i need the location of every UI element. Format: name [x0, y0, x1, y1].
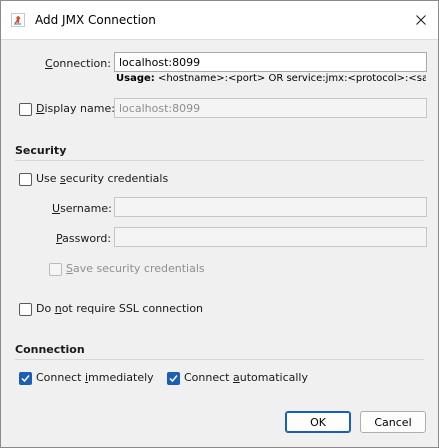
password-label: Password:: [56, 232, 111, 245]
username-label: Username:: [52, 202, 112, 215]
do-not-require-ssl-label[interactable]: Do not require SSL connection: [36, 302, 203, 315]
connect-automatically-pre: Connect: [184, 371, 233, 384]
connection-label-text: onnection:: [52, 57, 111, 70]
do-not-require-ssl-checkbox[interactable]: [19, 303, 32, 316]
close-button[interactable]: [406, 5, 436, 35]
usage-label: Usage:: [116, 73, 155, 84]
connection-label-mnemonic: C: [45, 57, 53, 70]
save-security-credentials-checkbox[interactable]: [49, 263, 62, 276]
use-security-label-pre: Use: [36, 172, 61, 185]
username-input[interactable]: [114, 197, 427, 217]
add-jmx-connection-dialog: Add JMX Connection Connection: Usage: <h…: [0, 0, 439, 448]
display-name-label-text: isplay name:: [44, 102, 115, 115]
ok-button[interactable]: OK: [285, 411, 351, 433]
connection-input[interactable]: [114, 52, 427, 72]
connect-automatically-post: utomatically: [239, 371, 308, 384]
save-security-credentials-label[interactable]: Save security credentials: [66, 262, 205, 275]
save-credentials-mnemonic: S: [66, 262, 73, 275]
use-security-credentials-label[interactable]: Use security credentials: [36, 172, 168, 185]
window-title: Add JMX Connection: [35, 13, 156, 27]
use-security-credentials-checkbox[interactable]: [19, 173, 32, 186]
display-name-input[interactable]: [114, 98, 427, 118]
ssl-mnemonic: n: [54, 302, 62, 315]
username-mnemonic: U: [52, 202, 61, 215]
close-icon: [416, 15, 426, 25]
username-label-text: sername:: [60, 202, 112, 215]
password-label-text: assword:: [62, 232, 112, 245]
connection-usage-hint: Usage: <hostname>:<port> OR service:jmx:…: [116, 73, 426, 84]
connect-automatically-label[interactable]: Connect automatically: [184, 371, 308, 384]
ssl-label-pre: Do: [36, 302, 55, 315]
save-credentials-label-text: ave security credentials: [72, 262, 205, 275]
java-app-icon: [11, 13, 25, 27]
checkmark-icon: [169, 375, 178, 383]
cancel-button[interactable]: Cancel: [360, 411, 426, 433]
display-name-label[interactable]: Display name:: [36, 102, 115, 115]
usage-text: <hostname>:<port> OR service:jmx:<protoc…: [157, 73, 426, 84]
connect-immediately-checkbox[interactable]: [19, 372, 32, 385]
connection-label: Connection:: [45, 57, 111, 70]
checkmark-icon: [21, 375, 30, 383]
security-separator: [15, 160, 424, 161]
password-input[interactable]: [114, 227, 427, 247]
connection-section-separator: [15, 359, 424, 360]
connect-immediately-pre: Connect: [36, 371, 85, 384]
title-bar: Add JMX Connection: [1, 1, 438, 40]
connect-automatically-mnemonic: a: [232, 371, 240, 384]
use-security-label-post: ecurity credentials: [65, 172, 169, 185]
connect-immediately-label[interactable]: Connect immediately: [36, 371, 154, 384]
display-name-checkbox[interactable]: [19, 103, 32, 116]
connect-immediately-post: mmediately: [88, 371, 154, 384]
ssl-label-post: ot require SSL connection: [61, 302, 204, 315]
connection-section-heading: Connection: [15, 343, 85, 356]
security-heading: Security: [15, 144, 67, 157]
connect-automatically-checkbox[interactable]: [167, 372, 180, 385]
